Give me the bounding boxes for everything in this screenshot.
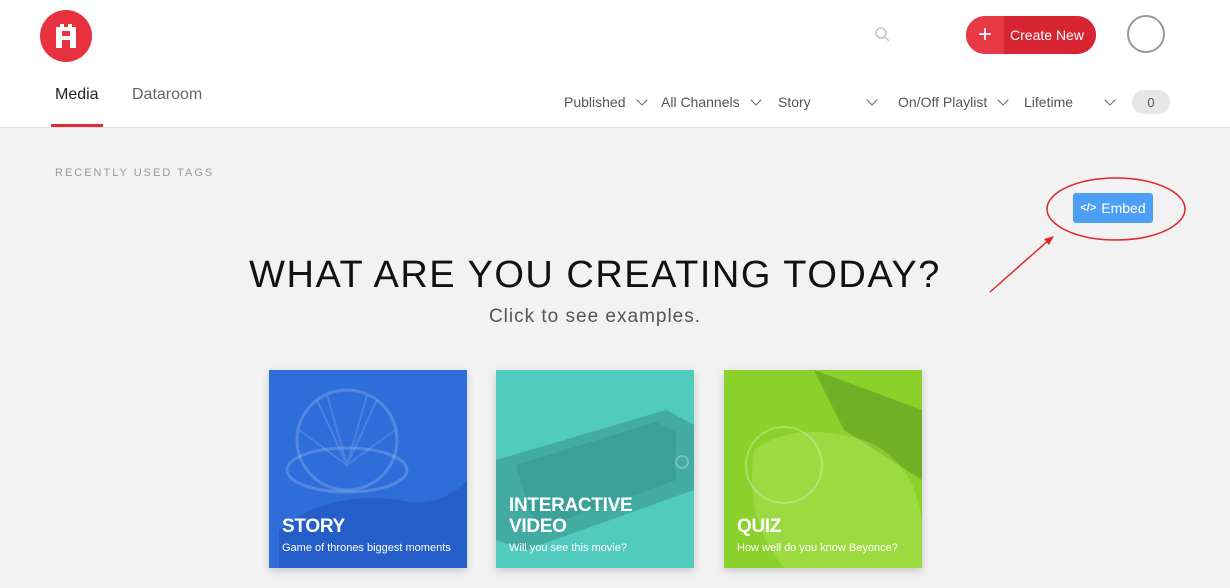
card-story[interactable]: STORY Game of thrones biggest moments (269, 370, 467, 568)
card-title: STORY (282, 516, 345, 537)
create-new-label: Create New (1004, 16, 1096, 54)
top-header: + Create New Media Dataroom Published Al… (0, 0, 1230, 128)
embed-label: Embed (1101, 200, 1146, 216)
chevron-down-icon (1104, 94, 1116, 106)
filter-type-label: Story (778, 94, 811, 110)
avatar[interactable] (1127, 15, 1165, 53)
card-subtitle: How well do you know Beyonce? (737, 542, 898, 554)
card-quiz[interactable]: QUIZ How well do you know Beyonce? (724, 370, 922, 568)
filter-period-label: Lifetime (1024, 94, 1074, 110)
filter-channels[interactable]: All Channels (661, 92, 762, 112)
card-title: INTERACTIVE VIDEO (509, 495, 633, 537)
quiz-card-image (724, 370, 922, 568)
search-icon[interactable] (874, 26, 892, 44)
recent-tags-label: RECENTLY USED TAGS (55, 167, 215, 179)
code-icon: </> (1080, 202, 1097, 214)
filter-status-label: Published (564, 94, 626, 110)
filter-playlist[interactable]: On/Off Playlist (898, 92, 1009, 112)
active-tab-indicator (51, 124, 103, 127)
tab-media[interactable]: Media (55, 86, 99, 104)
filter-period[interactable]: Lifetime (1024, 92, 1116, 112)
chevron-down-icon (997, 94, 1009, 106)
card-interactive-video[interactable]: INTERACTIVE VIDEO Will you see this movi… (496, 370, 694, 568)
story-card-image (269, 370, 467, 568)
filter-status[interactable]: Published (564, 92, 648, 112)
plus-icon: + (966, 16, 1004, 54)
logo-icon[interactable] (40, 10, 92, 62)
annotation-arrowhead (1044, 236, 1054, 245)
embed-button[interactable]: </> Embed (1073, 193, 1153, 223)
filter-type[interactable]: Story (778, 92, 878, 112)
card-subtitle: Will you see this movie? (509, 542, 627, 554)
filter-playlist-label: On/Off Playlist (898, 94, 988, 110)
result-count-badge: 0 (1132, 90, 1170, 114)
create-new-button[interactable]: + Create New (966, 16, 1096, 54)
page-headline: WHAT ARE YOU CREATING TODAY? (249, 254, 941, 296)
page-subheadline: Click to see examples. (488, 306, 702, 327)
chevron-down-icon (635, 94, 648, 106)
tab-dataroom[interactable]: Dataroom (132, 86, 202, 104)
video-card-image (496, 370, 694, 568)
chevron-down-icon (866, 94, 878, 106)
card-title: QUIZ (737, 516, 782, 537)
chevron-down-icon (749, 94, 762, 106)
card-subtitle: Game of thrones biggest moments (282, 542, 451, 554)
filter-channels-label: All Channels (661, 94, 740, 110)
